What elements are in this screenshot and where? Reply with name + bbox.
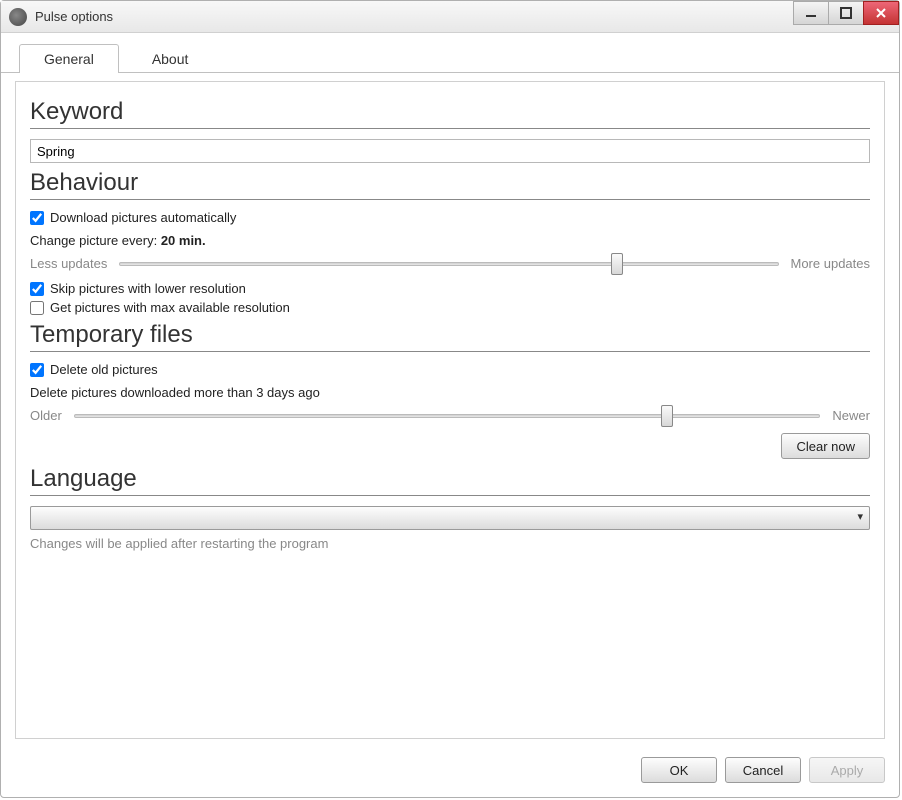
tabs: General About [1,33,899,73]
age-slider-row: Older Newer [30,408,870,423]
slider-left-label: Less updates [30,256,107,271]
section-language-title: Language [30,465,870,496]
close-button[interactable] [863,1,899,25]
skip-lower-row[interactable]: Skip pictures with lower resolution [30,281,870,296]
ok-button[interactable]: OK [641,757,717,783]
age-slider[interactable] [74,414,821,418]
tab-about[interactable]: About [127,44,214,73]
tab-general[interactable]: General [19,44,119,73]
dialog-footer: OK Cancel Apply [1,747,899,797]
window-controls [794,1,899,25]
change-every-label: Change picture every: [30,233,157,248]
maximize-button[interactable] [828,1,864,25]
content-panel: Keyword Behaviour Download pictures auto… [15,81,885,739]
get-max-row[interactable]: Get pictures with max available resoluti… [30,300,870,315]
language-hint: Changes will be applied after restarting… [30,536,870,551]
window-title: Pulse options [35,9,113,24]
download-auto-row[interactable]: Download pictures automatically [30,210,870,225]
close-icon [874,6,888,20]
clear-now-button[interactable]: Clear now [781,433,870,459]
options-window: Pulse options General About Keyword Beha… [0,0,900,798]
maximize-icon [839,6,853,20]
slider-right-label: More updates [791,256,871,271]
get-max-label: Get pictures with max available resoluti… [50,300,290,315]
delete-more-than-text: Delete pictures downloaded more than 3 d… [30,385,870,400]
download-auto-label: Download pictures automatically [50,210,236,225]
cancel-button[interactable]: Cancel [725,757,801,783]
age-slider-right: Newer [832,408,870,423]
apply-button[interactable]: Apply [809,757,885,783]
update-frequency-slider[interactable] [119,262,778,266]
clear-now-row: Clear now [30,433,870,459]
update-frequency-slider-row: Less updates More updates [30,256,870,271]
get-max-checkbox[interactable] [30,301,44,315]
section-keyword-title: Keyword [30,98,870,129]
language-select[interactable] [30,506,870,530]
download-auto-checkbox[interactable] [30,211,44,225]
skip-lower-label: Skip pictures with lower resolution [50,281,246,296]
app-icon [9,8,27,26]
skip-lower-checkbox[interactable] [30,282,44,296]
minimize-button[interactable] [793,1,829,25]
age-slider-left: Older [30,408,62,423]
titlebar: Pulse options [1,1,899,33]
change-every-row: Change picture every: 20 min. [30,233,870,248]
delete-old-row[interactable]: Delete old pictures [30,362,870,377]
section-behaviour-title: Behaviour [30,169,870,200]
section-temp-title: Temporary files [30,321,870,352]
change-every-value: 20 min. [161,233,206,248]
delete-old-checkbox[interactable] [30,363,44,377]
delete-old-label: Delete old pictures [50,362,158,377]
minimize-icon [804,6,818,20]
keyword-input[interactable] [30,139,870,163]
